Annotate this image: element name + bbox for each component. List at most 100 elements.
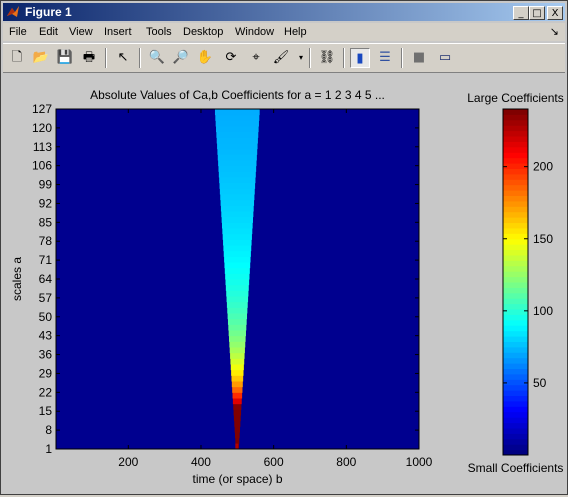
colorbar-segment: [503, 179, 528, 186]
colorbar-segment: [503, 184, 528, 191]
y-tick-label: 85: [39, 215, 53, 229]
heatmap-cell: [224, 267, 250, 274]
menu-help[interactable]: Help: [284, 26, 307, 38]
colorbar-segment: [503, 173, 528, 180]
print-icon[interactable]: 🖶: [79, 48, 99, 68]
y-tick-label: 113: [33, 140, 52, 154]
heatmap-cell: [221, 211, 254, 218]
colorbar-segment: [503, 244, 528, 251]
colorbar-segment: [503, 119, 528, 126]
colorbar-icon[interactable]: ▮: [350, 48, 370, 68]
colorbar-segment: [503, 357, 528, 364]
toolbar-separator: [105, 48, 107, 68]
new-figure-icon[interactable]: 🗋: [7, 48, 27, 68]
menu-insert[interactable]: Insert: [104, 26, 132, 38]
open-file-icon[interactable]: 📂: [31, 48, 51, 68]
colorbar-segment: [503, 319, 528, 326]
heatmap-cell: [225, 273, 250, 280]
colorbar-segment: [503, 346, 528, 353]
heatmap-cell: [224, 262, 251, 269]
select-arrow-icon[interactable]: ↖: [113, 48, 133, 68]
brush-dropdown-icon[interactable]: ▾: [291, 48, 311, 68]
y-axis-label: scales a: [10, 257, 24, 301]
heatmap-cell: [233, 403, 242, 410]
colorbar-segment: [503, 190, 528, 196]
toolbar-separator: [401, 48, 403, 68]
x-axis-label: time (or space) b: [192, 472, 282, 486]
colorbar-segment: [503, 314, 528, 321]
title-bar[interactable]: Figure 1 _ □ X: [3, 3, 565, 21]
x-tick-label: 800: [336, 455, 356, 469]
zoom-out-icon[interactable]: 🔎: [171, 48, 191, 68]
toolbar-separator: [343, 48, 345, 68]
colorbar-segment: [503, 276, 528, 283]
heatmap-cell: [218, 165, 257, 172]
hide-plot-tools-icon[interactable]: ■: [409, 48, 429, 68]
colorbar-segment: [503, 298, 528, 305]
colorbar-tick-label: 50: [533, 376, 547, 390]
maximize-button[interactable]: □: [529, 6, 545, 20]
zoom-in-icon[interactable]: 🔍: [147, 48, 167, 68]
figure-canvas: 1 8 15 22 29 36 43 50 57 64 71 78 85 92 99 106 113 120 127…: [3, 73, 565, 492]
colorbar-segment: [503, 422, 528, 429]
heatmap-cell: [235, 437, 240, 444]
heatmap-cell: [223, 250, 251, 257]
y-tick-label: 50: [39, 310, 53, 324]
colorbar-segment: [503, 368, 528, 375]
colorbar-segment: [503, 433, 528, 440]
colorbar-segment: [503, 411, 528, 418]
save-icon[interactable]: 💾: [55, 48, 75, 68]
colorbar-segment: [503, 271, 528, 278]
heatmap-cell: [216, 126, 259, 133]
heatmap-cell: [217, 143, 258, 150]
brush-icon[interactable]: 🖌: [271, 48, 291, 68]
x-tick-label: 600: [264, 455, 284, 469]
colorbar-tick-label: 200: [533, 160, 553, 174]
colorbar-segment: [503, 254, 528, 261]
colorbar-tick-label: 150: [533, 232, 553, 246]
legend-icon[interactable]: ☰: [375, 48, 395, 68]
y-tick-label: 57: [39, 291, 53, 305]
colorbar-segment: [503, 211, 528, 218]
colorbar-tick-label: 100: [533, 304, 553, 318]
window-title: Figure 1: [25, 5, 72, 19]
pan-hand-icon[interactable]: ✋: [195, 48, 215, 68]
toolbar-separator: [139, 48, 141, 68]
data-cursor-icon[interactable]: ⌖: [246, 48, 266, 68]
heatmap-cell: [231, 369, 244, 376]
heatmap-cell: [220, 194, 255, 201]
colorbar-segment: [503, 287, 528, 294]
heatmap-cell: [230, 364, 244, 371]
menu-tools[interactable]: Tools: [146, 26, 172, 38]
menu-view[interactable]: View: [69, 26, 93, 38]
colorbar-segment: [503, 406, 528, 413]
link-plot-icon[interactable]: ⛓: [317, 48, 337, 68]
y-tick-label: 106: [32, 159, 52, 173]
y-tick-label: 127: [32, 102, 52, 116]
minimize-button[interactable]: _: [513, 6, 529, 20]
y-tick-label: 71: [39, 253, 53, 267]
rotate-3d-icon[interactable]: ⟳: [221, 48, 241, 68]
heatmap-cell: [226, 296, 249, 303]
heatmap-cell: [224, 256, 251, 263]
colorbar-segment: [503, 260, 528, 267]
close-button[interactable]: X: [547, 6, 563, 20]
y-tick-label: 1: [45, 442, 52, 456]
show-plot-tools-icon[interactable]: ▭: [435, 48, 455, 68]
heatmap-cell: [215, 114, 260, 121]
colorbar-segment: [503, 109, 528, 115]
x-tick-label: 400: [191, 455, 211, 469]
colorbar-segment: [503, 427, 528, 434]
colorbar-segment: [503, 136, 528, 142]
menu-edit[interactable]: Edit: [39, 26, 58, 38]
dock-arrow-icon[interactable]: ↘: [550, 25, 559, 38]
heatmap-cell: [221, 222, 253, 229]
heatmap-cell: [233, 415, 241, 422]
menu-file[interactable]: File: [9, 26, 27, 38]
x-tick-label: 200: [118, 455, 138, 469]
menu-window[interactable]: Window: [235, 26, 274, 38]
heatmap-cell: [225, 279, 250, 286]
y-tick-label: 8: [45, 423, 52, 437]
colorbar-top-label: Large Coefficients: [467, 91, 564, 105]
menu-desktop[interactable]: Desktop: [183, 26, 223, 38]
